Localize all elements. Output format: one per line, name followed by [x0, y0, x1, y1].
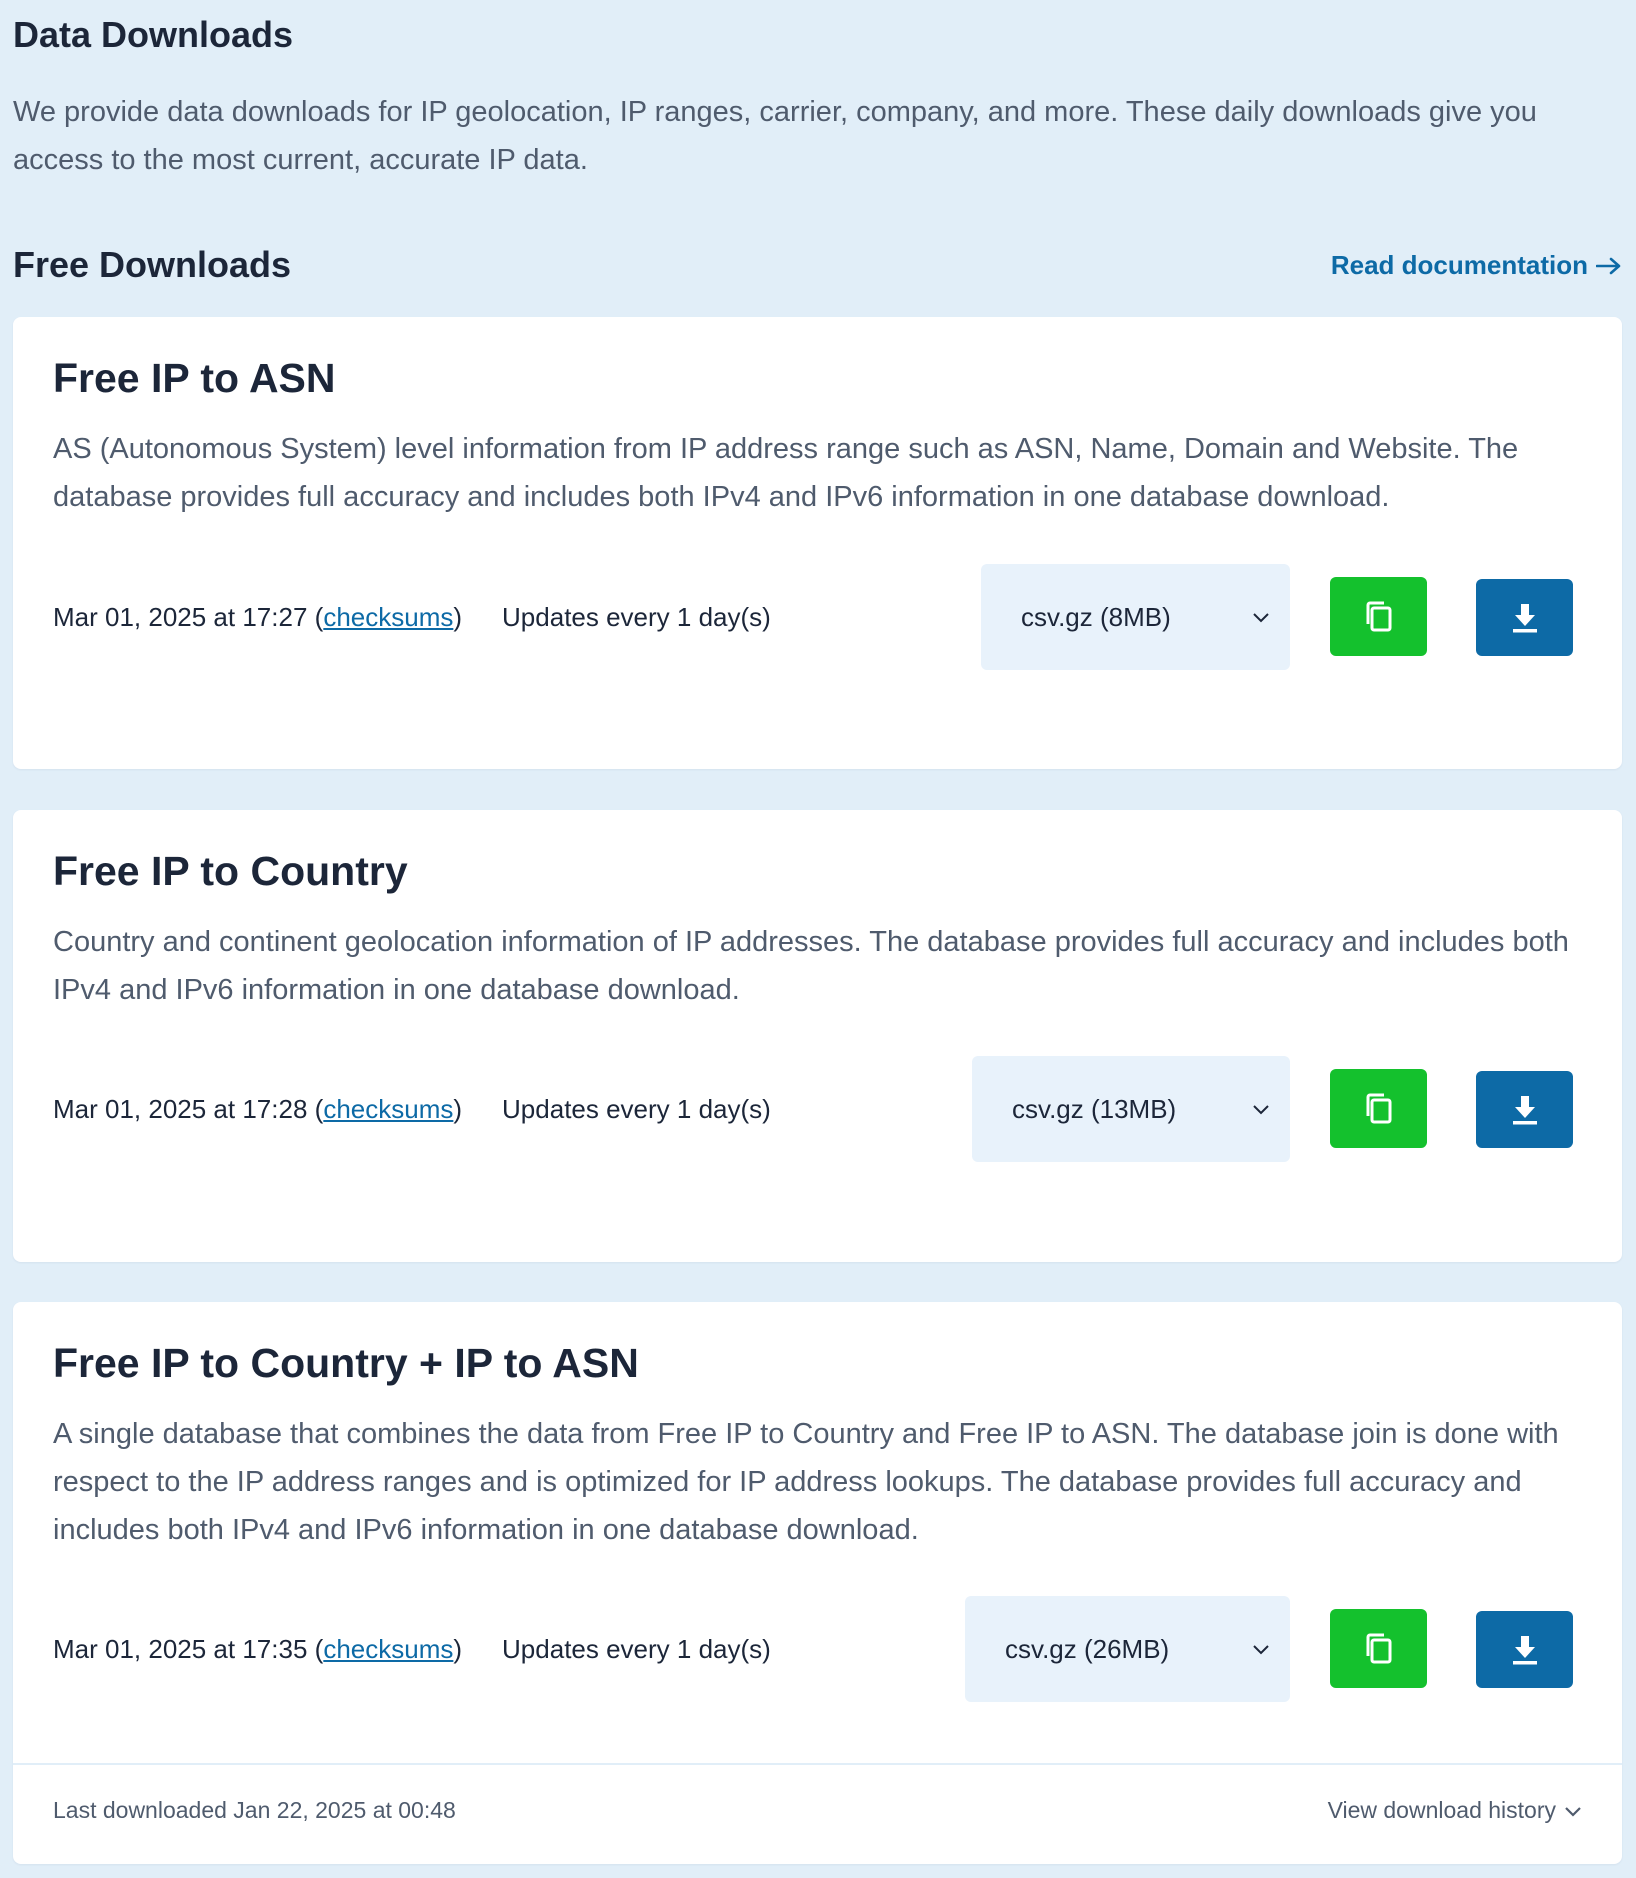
- format-select-value: csv.gz (13MB): [1012, 1093, 1177, 1124]
- download-icon: [1512, 1635, 1537, 1664]
- data-downloads-page: Data Downloads We provide data downloads…: [0, 0, 1636, 1878]
- download-button[interactable]: [1476, 1071, 1573, 1148]
- checksums-link[interactable]: checksums: [323, 1634, 453, 1665]
- download-card: Free IP to ASN AS (Autonomous System) le…: [13, 317, 1622, 769]
- chevron-down-icon: [1565, 1806, 1581, 1817]
- page-title: Data Downloads: [13, 14, 294, 55]
- update-date: Mar 01, 2025 at 17:35: [53, 1633, 308, 1664]
- format-select[interactable]: csv.gz (26MB): [965, 1596, 1290, 1702]
- update-frequency: Updates every 1 day(s): [502, 1093, 771, 1124]
- card-description: AS (Autonomous System) level information…: [53, 433, 1519, 513]
- download-button[interactable]: [1476, 579, 1573, 656]
- card-description: Country and continent geolocation inform…: [53, 926, 1569, 1006]
- copy-button[interactable]: [1330, 1609, 1427, 1688]
- card-title: Free IP to Country + IP to ASN: [53, 1340, 639, 1386]
- card-title: Free IP to Country: [53, 848, 408, 894]
- card-description: A single database that combines the data…: [53, 1418, 1559, 1546]
- card-meta: Mar 01, 2025 at 17:35 (checksums) Update…: [53, 1629, 771, 1669]
- checksums-link[interactable]: checksums: [323, 602, 453, 633]
- download-button[interactable]: [1476, 1611, 1573, 1688]
- format-select-value: csv.gz (8MB): [1021, 601, 1171, 632]
- card-meta: Mar 01, 2025 at 17:28 (checksums) Update…: [53, 1089, 771, 1129]
- update-frequency: Updates every 1 day(s): [502, 601, 771, 632]
- paren-close: ): [453, 601, 463, 632]
- download-card: Free IP to Country Country and continent…: [13, 810, 1622, 1262]
- copy-button[interactable]: [1330, 577, 1427, 656]
- checksums-link[interactable]: checksums: [323, 1094, 453, 1125]
- card-title: Free IP to ASN: [53, 355, 336, 401]
- paren-close: ): [453, 1093, 463, 1124]
- download-card: Free IP to Country + IP to ASN A single …: [13, 1302, 1622, 1864]
- page-intro: We provide data downloads for IP geoloca…: [13, 96, 1537, 176]
- format-select[interactable]: csv.gz (8MB): [981, 564, 1290, 670]
- last-downloaded-text: Last downloaded Jan 22, 2025 at 00:48: [53, 1797, 456, 1823]
- update-date: Mar 01, 2025 at 17:28: [53, 1093, 308, 1124]
- card-meta: Mar 01, 2025 at 17:27 (checksums) Update…: [53, 597, 771, 637]
- paren-open: (: [314, 601, 324, 632]
- update-date: Mar 01, 2025 at 17:27: [53, 601, 308, 632]
- update-frequency: Updates every 1 day(s): [502, 1633, 771, 1664]
- format-select-value: csv.gz (26MB): [1005, 1633, 1170, 1664]
- copy-icon: [1366, 601, 1391, 631]
- copy-icon: [1366, 1093, 1391, 1123]
- view-download-history-label: View download history: [1327, 1797, 1556, 1823]
- chevron-down-icon: [1253, 1645, 1269, 1655]
- download-icon: [1512, 1095, 1537, 1124]
- format-select[interactable]: csv.gz (13MB): [972, 1056, 1290, 1162]
- paren-open: (: [314, 1093, 324, 1124]
- view-download-history-toggle[interactable]: View download history: [1328, 1797, 1582, 1824]
- copy-icon: [1366, 1633, 1391, 1663]
- card-footer-divider: [13, 1763, 1622, 1765]
- section-title: Free Downloads: [13, 244, 292, 285]
- arrow-right-icon: [1596, 257, 1621, 274]
- paren-open: (: [314, 1633, 324, 1664]
- read-documentation-link[interactable]: Read documentation: [1331, 250, 1622, 281]
- download-icon: [1512, 603, 1537, 632]
- copy-button[interactable]: [1330, 1069, 1427, 1148]
- paren-close: ): [453, 1633, 463, 1664]
- chevron-down-icon: [1253, 1105, 1269, 1115]
- read-documentation-label: Read documentation: [1330, 250, 1588, 280]
- chevron-down-icon: [1253, 613, 1269, 623]
